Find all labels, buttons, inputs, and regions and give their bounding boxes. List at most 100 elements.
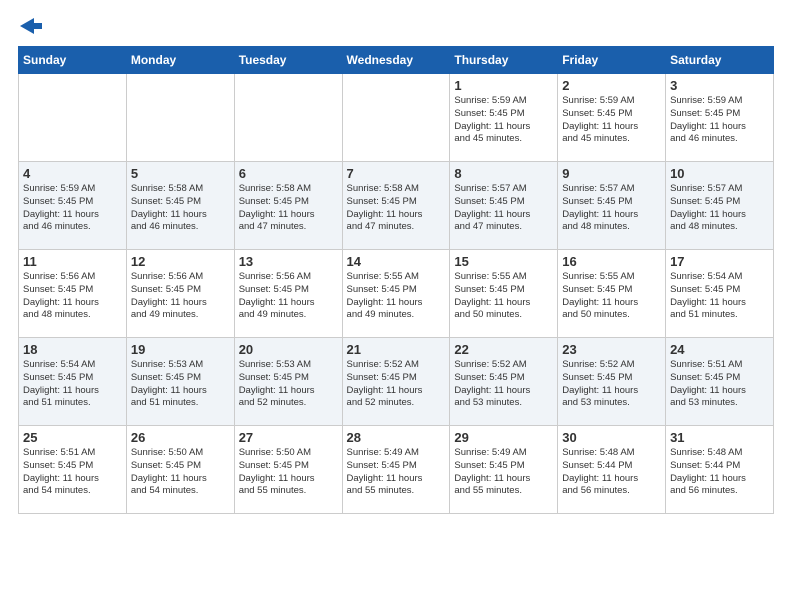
day-info: Sunrise: 5:52 AM Sunset: 5:45 PM Dayligh… xyxy=(347,359,446,410)
day-number: 14 xyxy=(347,254,446,269)
calendar-table: SundayMondayTuesdayWednesdayThursdayFrid… xyxy=(18,46,774,514)
calendar-cell: 26 Sunrise: 5:50 AM Sunset: 5:45 PM Dayli… xyxy=(126,426,234,514)
day-info: Sunrise: 5:50 AM Sunset: 5:45 PM Dayligh… xyxy=(131,447,230,498)
day-info: Sunrise: 5:56 AM Sunset: 5:45 PM Dayligh… xyxy=(23,271,122,322)
day-number: 17 xyxy=(670,254,769,269)
calendar-cell: 14 Sunrise: 5:55 AM Sunset: 5:45 PM Dayli… xyxy=(342,250,450,338)
day-number: 12 xyxy=(131,254,230,269)
calendar-cell: 5 Sunrise: 5:58 AM Sunset: 5:45 PM Daylig… xyxy=(126,162,234,250)
calendar-cell: 28 Sunrise: 5:49 AM Sunset: 5:45 PM Dayli… xyxy=(342,426,450,514)
day-number: 13 xyxy=(239,254,338,269)
calendar-cell: 31 Sunrise: 5:48 AM Sunset: 5:44 PM Dayli… xyxy=(666,426,774,514)
day-info: Sunrise: 5:50 AM Sunset: 5:45 PM Dayligh… xyxy=(239,447,338,498)
calendar-cell: 1 Sunrise: 5:59 AM Sunset: 5:45 PM Daylig… xyxy=(450,74,558,162)
calendar-week-row: 18 Sunrise: 5:54 AM Sunset: 5:45 PM Dayli… xyxy=(19,338,774,426)
calendar-cell: 20 Sunrise: 5:53 AM Sunset: 5:45 PM Dayli… xyxy=(234,338,342,426)
calendar-cell: 6 Sunrise: 5:58 AM Sunset: 5:45 PM Daylig… xyxy=(234,162,342,250)
calendar-cell: 18 Sunrise: 5:54 AM Sunset: 5:45 PM Dayli… xyxy=(19,338,127,426)
calendar-cell: 2Sunrise: 5:59 AM Sunset: 5:45 PM Daylig… xyxy=(558,74,666,162)
day-info: Sunrise: 5:56 AM Sunset: 5:45 PM Dayligh… xyxy=(131,271,230,322)
day-number: 15 xyxy=(454,254,553,269)
day-number: 30 xyxy=(562,430,661,445)
day-number: 10 xyxy=(670,166,769,181)
day-number: 23 xyxy=(562,342,661,357)
day-info: Sunrise: 5:53 AM Sunset: 5:45 PM Dayligh… xyxy=(131,359,230,410)
weekday-header-wednesday: Wednesday xyxy=(342,47,450,74)
day-number: 2 xyxy=(562,78,661,93)
calendar-cell: 12 Sunrise: 5:56 AM Sunset: 5:45 PM Dayli… xyxy=(126,250,234,338)
day-number: 3 xyxy=(670,78,769,93)
day-info: Sunrise: 5:59 AM Sunset: 5:45 PM Dayligh… xyxy=(454,95,553,146)
calendar-cell xyxy=(234,74,342,162)
calendar-cell xyxy=(19,74,127,162)
day-number: 27 xyxy=(239,430,338,445)
day-number: 31 xyxy=(670,430,769,445)
calendar-week-row: 1 Sunrise: 5:59 AM Sunset: 5:45 PM Daylig… xyxy=(19,74,774,162)
day-number: 1 xyxy=(454,78,553,93)
calendar-cell: 8 Sunrise: 5:57 AM Sunset: 5:45 PM Daylig… xyxy=(450,162,558,250)
day-info: Sunrise: 5:55 AM Sunset: 5:45 PM Dayligh… xyxy=(347,271,446,322)
calendar-cell: 25Sunrise: 5:51 AM Sunset: 5:45 PM Dayli… xyxy=(19,426,127,514)
day-number: 29 xyxy=(454,430,553,445)
day-number: 26 xyxy=(131,430,230,445)
day-number: 28 xyxy=(347,430,446,445)
day-info: Sunrise: 5:55 AM Sunset: 5:45 PM Dayligh… xyxy=(562,271,661,322)
day-number: 24 xyxy=(670,342,769,357)
calendar-cell: 23 Sunrise: 5:52 AM Sunset: 5:45 PM Dayli… xyxy=(558,338,666,426)
day-info: Sunrise: 5:59 AM Sunset: 5:45 PM Dayligh… xyxy=(670,95,769,146)
calendar-cell: 27 Sunrise: 5:50 AM Sunset: 5:45 PM Dayli… xyxy=(234,426,342,514)
weekday-header-saturday: Saturday xyxy=(666,47,774,74)
day-number: 5 xyxy=(131,166,230,181)
calendar-cell: 11 Sunrise: 5:56 AM Sunset: 5:45 PM Dayli… xyxy=(19,250,127,338)
day-number: 18 xyxy=(23,342,122,357)
day-info: Sunrise: 5:58 AM Sunset: 5:45 PM Dayligh… xyxy=(239,183,338,234)
header xyxy=(18,18,774,34)
day-number: 19 xyxy=(131,342,230,357)
logo-arrow-icon xyxy=(20,18,42,34)
day-info: Sunrise: 5:49 AM Sunset: 5:45 PM Dayligh… xyxy=(347,447,446,498)
day-number: 4 xyxy=(23,166,122,181)
day-info: Sunrise: 5:59 AM Sunset: 5:45 PM Dayligh… xyxy=(23,183,122,234)
day-number: 8 xyxy=(454,166,553,181)
day-number: 11 xyxy=(23,254,122,269)
day-info: Sunrise: 5:54 AM Sunset: 5:45 PM Dayligh… xyxy=(670,271,769,322)
weekday-header-friday: Friday xyxy=(558,47,666,74)
calendar-cell xyxy=(126,74,234,162)
calendar-week-row: 25Sunrise: 5:51 AM Sunset: 5:45 PM Dayli… xyxy=(19,426,774,514)
calendar-cell: 24 Sunrise: 5:51 AM Sunset: 5:45 PM Dayli… xyxy=(666,338,774,426)
calendar-cell: 15 Sunrise: 5:55 AM Sunset: 5:45 PM Dayli… xyxy=(450,250,558,338)
day-info: Sunrise: 5:56 AM Sunset: 5:45 PM Dayligh… xyxy=(239,271,338,322)
logo xyxy=(18,18,42,34)
day-number: 6 xyxy=(239,166,338,181)
day-info: Sunrise: 5:51 AM Sunset: 5:45 PM Dayligh… xyxy=(670,359,769,410)
calendar-week-row: 11 Sunrise: 5:56 AM Sunset: 5:45 PM Dayli… xyxy=(19,250,774,338)
day-number: 20 xyxy=(239,342,338,357)
calendar-cell: 13 Sunrise: 5:56 AM Sunset: 5:45 PM Dayli… xyxy=(234,250,342,338)
day-number: 7 xyxy=(347,166,446,181)
calendar-cell: 30Sunrise: 5:48 AM Sunset: 5:44 PM Dayli… xyxy=(558,426,666,514)
day-info: Sunrise: 5:54 AM Sunset: 5:45 PM Dayligh… xyxy=(23,359,122,410)
calendar-cell xyxy=(342,74,450,162)
weekday-header-sunday: Sunday xyxy=(19,47,127,74)
day-info: Sunrise: 5:58 AM Sunset: 5:45 PM Dayligh… xyxy=(347,183,446,234)
calendar-cell: 21 Sunrise: 5:52 AM Sunset: 5:45 PM Dayli… xyxy=(342,338,450,426)
day-info: Sunrise: 5:55 AM Sunset: 5:45 PM Dayligh… xyxy=(454,271,553,322)
calendar-cell: 22Sunrise: 5:52 AM Sunset: 5:45 PM Dayli… xyxy=(450,338,558,426)
day-info: Sunrise: 5:57 AM Sunset: 5:45 PM Dayligh… xyxy=(454,183,553,234)
day-info: Sunrise: 5:51 AM Sunset: 5:45 PM Dayligh… xyxy=(23,447,122,498)
calendar-cell: 29 Sunrise: 5:49 AM Sunset: 5:45 PM Dayli… xyxy=(450,426,558,514)
day-number: 9 xyxy=(562,166,661,181)
day-number: 16 xyxy=(562,254,661,269)
day-info: Sunrise: 5:49 AM Sunset: 5:45 PM Dayligh… xyxy=(454,447,553,498)
calendar-cell: 10Sunrise: 5:57 AM Sunset: 5:45 PM Dayli… xyxy=(666,162,774,250)
day-info: Sunrise: 5:53 AM Sunset: 5:45 PM Dayligh… xyxy=(239,359,338,410)
day-info: Sunrise: 5:57 AM Sunset: 5:45 PM Dayligh… xyxy=(562,183,661,234)
calendar-header-row: SundayMondayTuesdayWednesdayThursdayFrid… xyxy=(19,47,774,74)
day-info: Sunrise: 5:52 AM Sunset: 5:45 PM Dayligh… xyxy=(454,359,553,410)
day-number: 21 xyxy=(347,342,446,357)
day-info: Sunrise: 5:48 AM Sunset: 5:44 PM Dayligh… xyxy=(670,447,769,498)
weekday-header-monday: Monday xyxy=(126,47,234,74)
day-info: Sunrise: 5:52 AM Sunset: 5:45 PM Dayligh… xyxy=(562,359,661,410)
page: SundayMondayTuesdayWednesdayThursdayFrid… xyxy=(0,0,792,524)
day-info: Sunrise: 5:58 AM Sunset: 5:45 PM Dayligh… xyxy=(131,183,230,234)
